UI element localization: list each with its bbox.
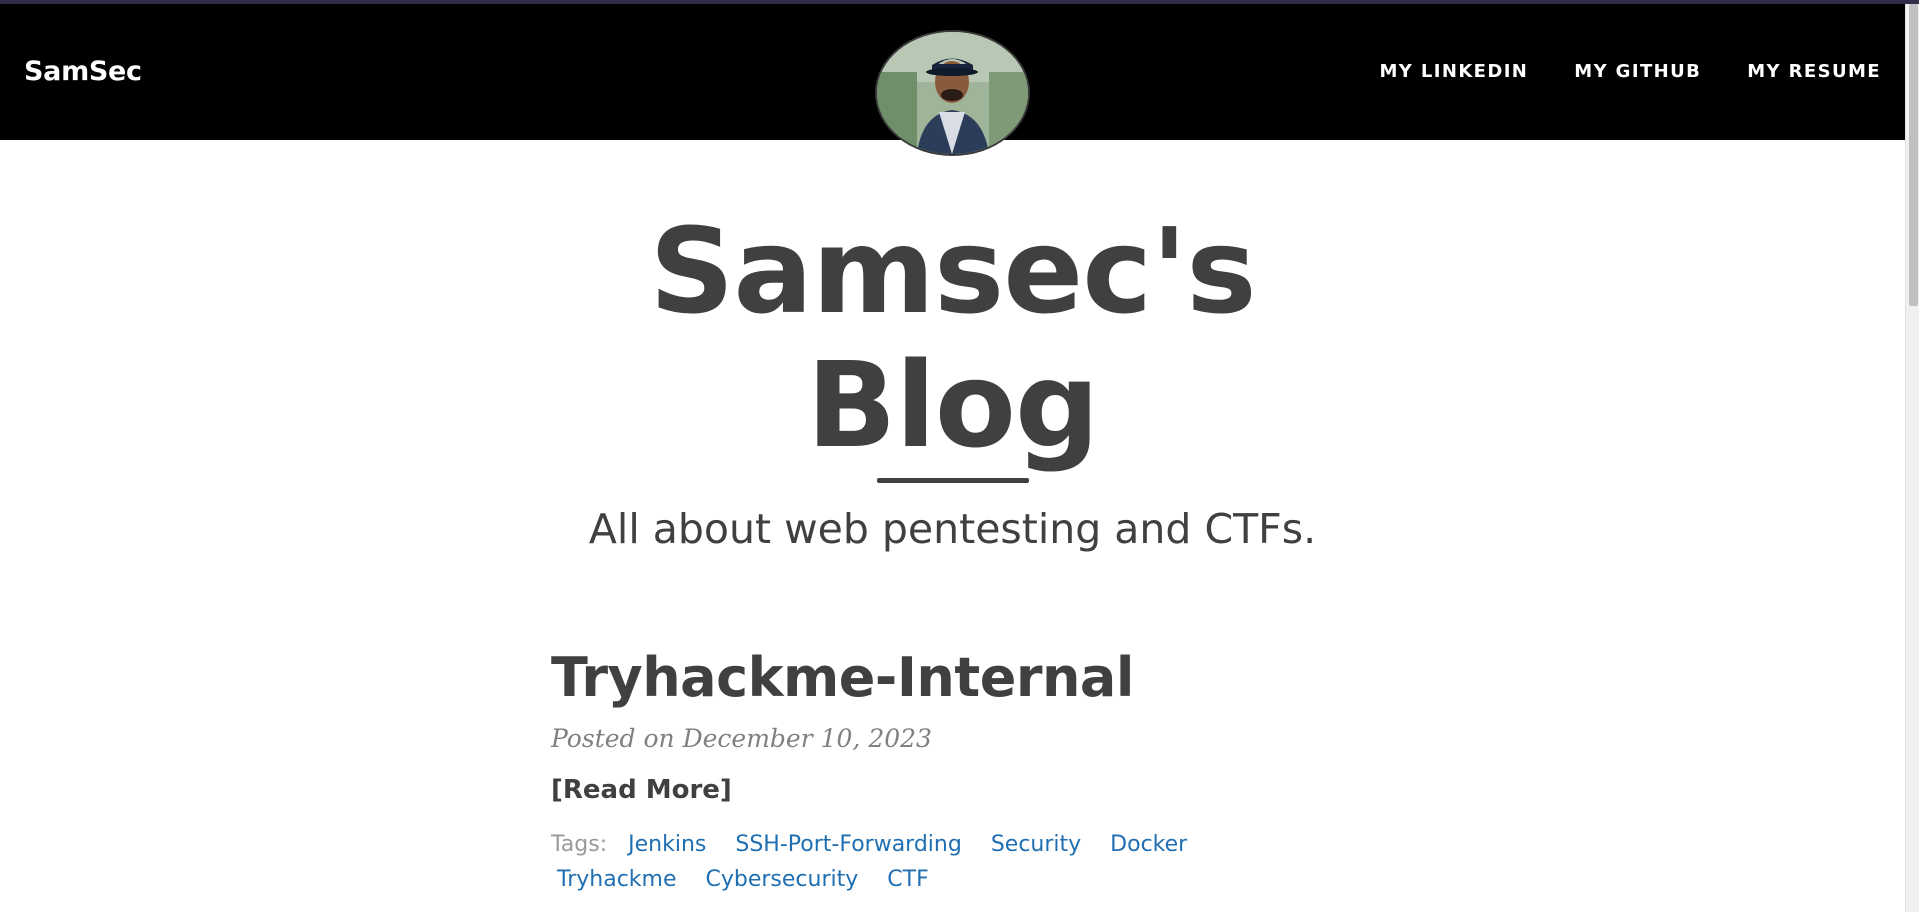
post-meta: Posted on December 10, 2023 (551, 724, 932, 753)
title-divider (876, 478, 1029, 483)
site-title-line1: Samsec's (649, 202, 1256, 340)
tag-link[interactable]: Security (991, 832, 1081, 857)
avatar[interactable] (877, 32, 1028, 154)
scrollbar-thumb[interactable] (1909, 4, 1918, 306)
tag-link[interactable]: Cybersecurity (706, 867, 859, 892)
avatar-photo-icon (877, 32, 1028, 154)
navbar: SamSec MY LINKEDIN MY GITHUB MY RESUME (0, 4, 1905, 154)
tag-link[interactable]: Docker (1110, 832, 1187, 857)
tag-link[interactable]: Jenkins (628, 832, 706, 857)
nav-links: MY LINKEDIN MY GITHUB MY RESUME (1379, 61, 1881, 82)
read-more-link[interactable]: [Read More] (551, 775, 732, 805)
site-subtitle: All about web pentesting and CTFs. (588, 505, 1317, 553)
post-preview: Tryhackme-Internal Posted on December 10… (551, 640, 1351, 897)
post-title-link[interactable]: Tryhackme-Internal (551, 640, 1134, 716)
tags-label: Tags: (551, 832, 608, 857)
site-title-line2: Blog (806, 336, 1100, 474)
nav-link-github[interactable]: MY GITHUB (1574, 61, 1701, 82)
brand-link[interactable]: SamSec (24, 56, 142, 87)
nav-link-resume[interactable]: MY RESUME (1747, 61, 1881, 82)
tag-link[interactable]: CTF (887, 867, 928, 892)
tag-link[interactable]: SSH-Port-Forwarding (735, 832, 961, 857)
post-tags: Tags: Jenkins SSH-Port-Forwarding Securi… (551, 827, 1311, 897)
site-title: Samsec's Blog (0, 204, 1905, 472)
page-scrollbar[interactable] (1905, 4, 1919, 912)
tag-link[interactable]: Tryhackme (557, 867, 677, 892)
nav-link-linkedin[interactable]: MY LINKEDIN (1379, 61, 1528, 82)
hero: Samsec's Blog All about web pentesting a… (0, 140, 1905, 553)
